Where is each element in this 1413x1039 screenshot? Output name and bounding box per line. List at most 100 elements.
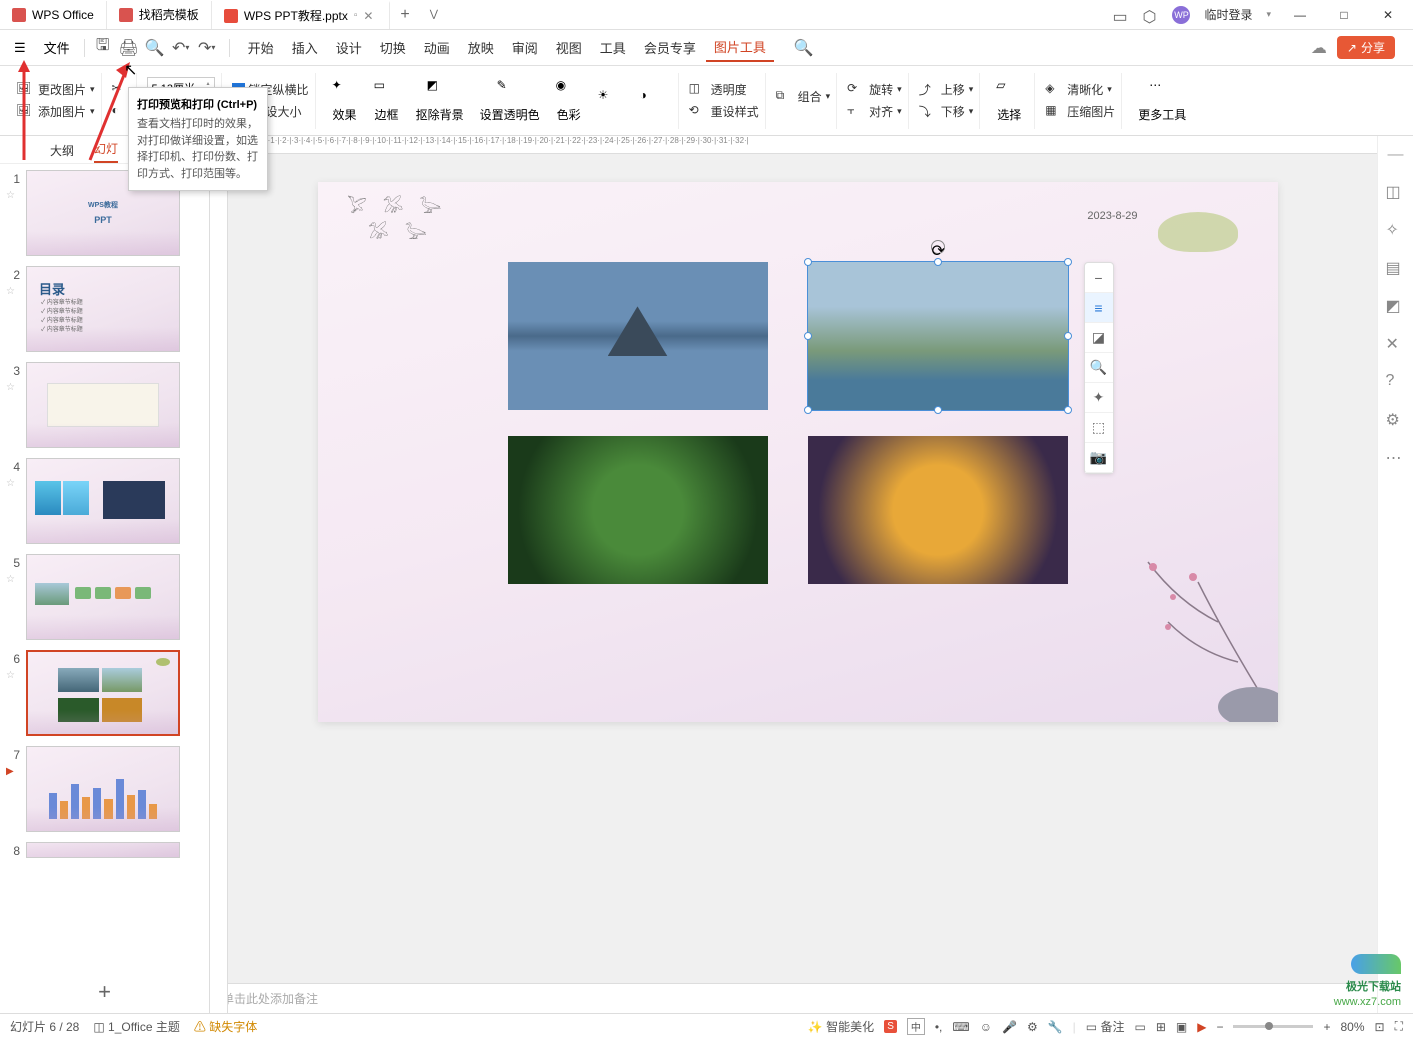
- tab-templates[interactable]: 找稻壳模板: [107, 1, 212, 29]
- menu-tools[interactable]: 工具: [592, 34, 634, 61]
- ime-mic-icon[interactable]: 🎤: [1002, 1020, 1017, 1034]
- slide-canvas[interactable]: 𓅯 𓅮 𓅬 𓅮 𓅬 2023-8-29 ⟳: [318, 182, 1278, 722]
- canvas-scroll[interactable]: 𓅯 𓅮 𓅬 𓅮 𓅬 2023-8-29 ⟳: [210, 154, 1377, 983]
- compress-button[interactable]: ▦压缩图片: [1045, 103, 1115, 121]
- resize-handle-sw[interactable]: [804, 406, 812, 414]
- smart-beautify-button[interactable]: ✨ 智能美化: [808, 1018, 874, 1035]
- tab-list-button[interactable]: ⋁: [420, 9, 448, 20]
- float-screenshot-button[interactable]: 📷: [1085, 443, 1113, 473]
- add-tab-button[interactable]: +: [390, 6, 419, 24]
- help-icon[interactable]: ?: [1386, 372, 1406, 392]
- ime-gear-icon[interactable]: ⚙: [1027, 1020, 1038, 1034]
- move-up-button[interactable]: ⤴上移▾: [919, 81, 974, 99]
- crop-button[interactable]: ✂: [112, 81, 130, 99]
- brightness-button[interactable]: ☀: [592, 88, 630, 114]
- ime-indicator[interactable]: S: [884, 1020, 897, 1033]
- add-image-button[interactable]: 🖼 添加图片▾: [16, 103, 95, 121]
- avatar[interactable]: WP: [1172, 6, 1190, 24]
- slide-thumbnail-7[interactable]: 7▶: [6, 746, 203, 832]
- share-button[interactable]: ↗ 分享: [1337, 36, 1395, 59]
- view-normal-icon[interactable]: ▭: [1134, 1020, 1145, 1034]
- layout-icon[interactable]: ▭: [1112, 7, 1128, 23]
- menu-picture-tools[interactable]: 图片工具: [706, 33, 774, 62]
- menu-animation[interactable]: 动画: [416, 34, 458, 61]
- fullscreen-button[interactable]: ⛶: [1395, 1019, 1403, 1034]
- float-magic-button[interactable]: ✦: [1085, 383, 1113, 413]
- menu-transition[interactable]: 切换: [372, 34, 414, 61]
- view-sorter-icon[interactable]: ⊞: [1156, 1020, 1166, 1034]
- ime-period-icon[interactable]: •,: [935, 1020, 943, 1034]
- resize-handle-e[interactable]: [1064, 332, 1072, 340]
- slide-thumbnail-6[interactable]: 6☆: [6, 650, 203, 736]
- border-button[interactable]: ▭边框: [368, 78, 406, 123]
- menu-member[interactable]: 会员专享: [636, 34, 704, 61]
- remove-bg-button[interactable]: ◩抠除背景: [410, 78, 470, 123]
- color-button[interactable]: ◉色彩: [550, 78, 588, 123]
- menu-slideshow[interactable]: 放映: [460, 34, 502, 61]
- reset-style-button[interactable]: ⟲重设样式: [689, 103, 759, 121]
- resize-handle-s[interactable]: [934, 406, 942, 414]
- float-crop-button[interactable]: ◪: [1085, 323, 1113, 353]
- user-name[interactable]: 临时登录: [1204, 6, 1252, 23]
- zoom-out-button[interactable]: −: [1216, 1020, 1223, 1034]
- menu-start[interactable]: 开始: [240, 34, 282, 61]
- print-preview-icon[interactable]: 🔍: [143, 36, 167, 60]
- resize-handle-nw[interactable]: [804, 258, 812, 266]
- combine-button[interactable]: ⧉组合▾: [776, 88, 831, 106]
- effect-button[interactable]: ✦效果: [326, 78, 364, 123]
- missing-font-warning[interactable]: ⚠ 缺失字体: [194, 1018, 257, 1035]
- contrast-button[interactable]: ◑: [634, 88, 672, 114]
- slides-list[interactable]: 1☆ WPS教程PPT 2☆ 目录✓ 内容章节标题✓ 内容章节标题✓ 内容章节标…: [0, 164, 209, 971]
- search-icon[interactable]: 🔍: [792, 36, 816, 60]
- move-down-button[interactable]: ⤵下移▾: [919, 103, 974, 121]
- zoom-in-button[interactable]: +: [1323, 1020, 1330, 1034]
- view-slideshow-icon[interactable]: ▶: [1197, 1020, 1206, 1034]
- float-frame-button[interactable]: ⬚: [1085, 413, 1113, 443]
- save-icon[interactable]: 🖫: [91, 36, 115, 60]
- print-icon[interactable]: 🖨: [117, 36, 141, 60]
- slide-image-4[interactable]: [808, 436, 1068, 584]
- transparency-button[interactable]: ◫透明度: [689, 81, 759, 99]
- slide-thumbnail-5[interactable]: 5☆: [6, 554, 203, 640]
- chevron-down-icon[interactable]: ▾: [1266, 9, 1271, 20]
- slide-image-3[interactable]: [508, 436, 768, 584]
- slide-image-2-selected[interactable]: ⟳: [808, 262, 1068, 410]
- rotation-handle[interactable]: ⟳: [931, 240, 945, 254]
- float-minus-button[interactable]: −: [1085, 263, 1113, 293]
- ime-lang[interactable]: 中: [907, 1018, 925, 1035]
- resize-handle-w[interactable]: [804, 332, 812, 340]
- resize-handle-se[interactable]: [1064, 406, 1072, 414]
- more-panel-icon[interactable]: ⋯: [1386, 448, 1406, 468]
- ime-keyboard-icon[interactable]: ⌨: [952, 1020, 969, 1034]
- change-image-button[interactable]: 🖼 更改图片▾: [16, 81, 95, 99]
- view-reading-icon[interactable]: ▣: [1176, 1020, 1187, 1034]
- more-tools-button[interactable]: ⋯更多工具: [1132, 78, 1192, 123]
- tab-document[interactable]: WPS PPT教程.pptx ▫ ✕: [212, 1, 391, 29]
- menu-insert[interactable]: 插入: [284, 34, 326, 61]
- file-menu[interactable]: 文件: [36, 36, 78, 59]
- close-icon[interactable]: ✕: [363, 9, 377, 23]
- slide-thumbnail-4[interactable]: 4☆: [6, 458, 203, 544]
- float-search-button[interactable]: 🔍: [1085, 353, 1113, 383]
- template-panel-icon[interactable]: ▤: [1386, 258, 1406, 278]
- sparkle-icon[interactable]: ✧: [1386, 220, 1406, 240]
- fit-button[interactable]: ⊡: [1375, 1020, 1385, 1034]
- slide-thumbnail-3[interactable]: 3☆: [6, 362, 203, 448]
- slide-thumbnail-2[interactable]: 2☆ 目录✓ 内容章节标题✓ 内容章节标题✓ 内容章节标题✓ 内容章节标题: [6, 266, 203, 352]
- menu-view[interactable]: 视图: [548, 34, 590, 61]
- collapse-icon[interactable]: —: [1388, 146, 1404, 164]
- close-window-button[interactable]: ✕: [1373, 8, 1403, 22]
- minimize-button[interactable]: —: [1285, 8, 1315, 22]
- ime-tool-icon[interactable]: 🔧: [1048, 1020, 1063, 1034]
- redo-icon[interactable]: ↷▾: [195, 36, 219, 60]
- notes-toggle[interactable]: ▭ 备注: [1086, 1018, 1125, 1035]
- hamburger-icon[interactable]: ☰: [6, 38, 34, 58]
- add-slide-button[interactable]: +: [0, 971, 209, 1013]
- slide-thumbnail-8[interactable]: 8: [6, 842, 203, 858]
- align-button[interactable]: ⫟对齐▾: [847, 103, 902, 121]
- theme-indicator[interactable]: ◫ 1_Office 主题: [93, 1018, 179, 1035]
- tools-icon[interactable]: ✕: [1386, 334, 1406, 354]
- resize-handle-ne[interactable]: [1064, 258, 1072, 266]
- zoom-value[interactable]: 80%: [1341, 1020, 1365, 1034]
- tab-wps-home[interactable]: WPS Office: [0, 1, 107, 29]
